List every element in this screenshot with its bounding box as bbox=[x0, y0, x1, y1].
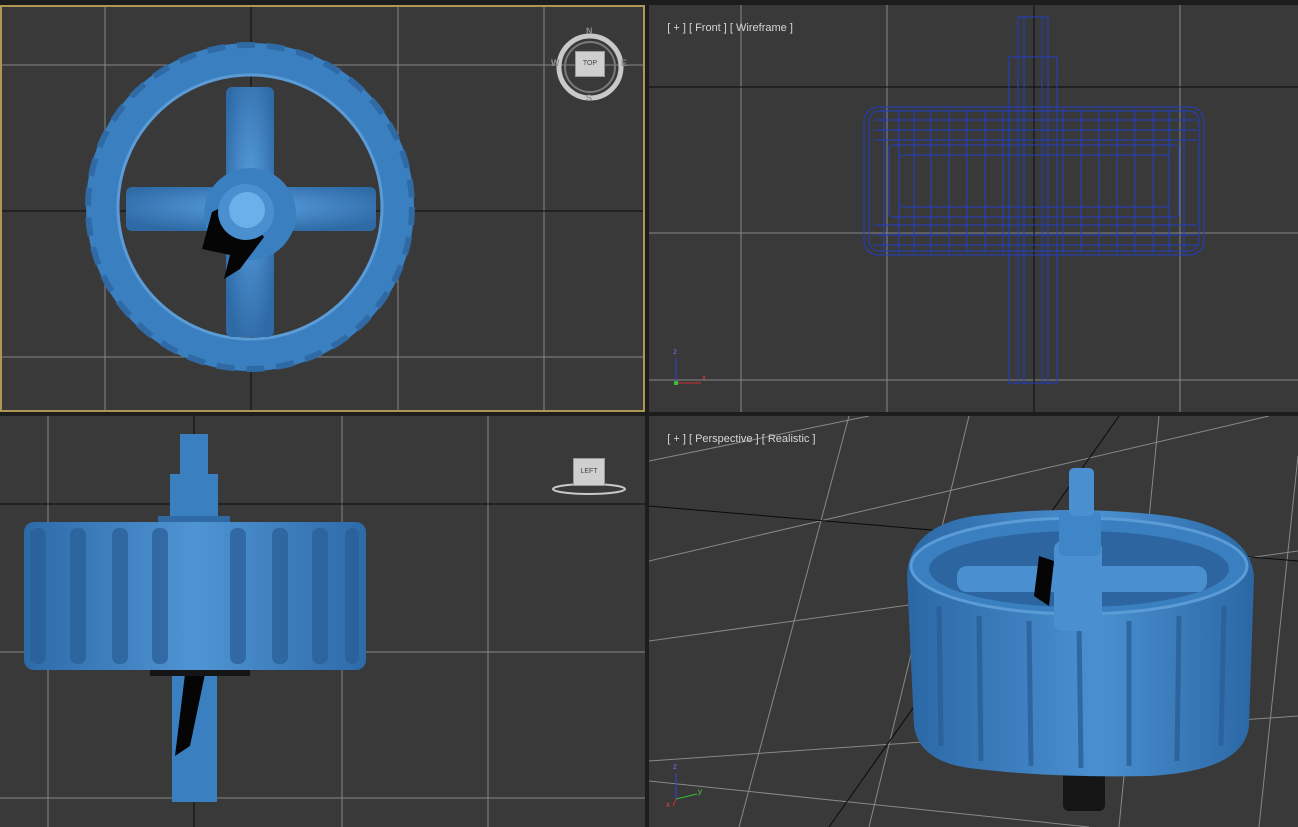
grid-axis-lines bbox=[649, 5, 1298, 412]
compass-west: W bbox=[551, 58, 560, 68]
handwheel-left-view[interactable] bbox=[24, 434, 366, 802]
viewport-label-perspective[interactable]: [ + ] [ Perspective ] [ Realistic ] bbox=[655, 421, 816, 457]
axis-label-y: y bbox=[698, 787, 702, 796]
handwheel-perspective-view[interactable] bbox=[907, 468, 1254, 811]
left-view-canvas[interactable] bbox=[0, 416, 645, 827]
viewport-left[interactable]: LEFT bbox=[0, 416, 645, 827]
axis-tripod bbox=[674, 357, 701, 385]
axis-label-z: z bbox=[673, 347, 677, 356]
viewport-top[interactable]: TOP N S W E bbox=[0, 5, 645, 412]
compass-south: S bbox=[586, 93, 593, 103]
viewcube-left-face[interactable]: LEFT bbox=[573, 458, 605, 486]
viewport-plus-menu[interactable]: [ + ] bbox=[667, 22, 686, 34]
grid-lines bbox=[649, 5, 1298, 412]
axis-label-z: z bbox=[673, 762, 677, 771]
viewport-plus-menu[interactable]: [ + ] bbox=[667, 433, 686, 445]
axis-label-x: x bbox=[702, 373, 706, 382]
viewport-label-front[interactable]: [ + ] [ Front ] [ Wireframe ] bbox=[655, 10, 793, 46]
viewport-front[interactable]: [ + ] [ Front ] [ Wireframe ] z x bbox=[649, 5, 1298, 412]
compass-east: E bbox=[621, 58, 628, 68]
compass-north: N bbox=[586, 26, 593, 36]
viewport-perspective[interactable]: [ + ] [ Perspective ] [ Realistic ] z y … bbox=[649, 416, 1298, 827]
viewport-shading-menu[interactable]: [ Realistic ] bbox=[762, 433, 816, 445]
axis-tripod bbox=[672, 773, 698, 807]
axis-label-x: x bbox=[666, 800, 670, 809]
viewport-view-menu[interactable]: [ Perspective ] bbox=[689, 433, 759, 445]
handwheel-top-view[interactable] bbox=[85, 42, 415, 372]
perspective-view-canvas[interactable] bbox=[649, 416, 1298, 827]
top-view-canvas[interactable] bbox=[2, 7, 645, 412]
viewport-shading-menu[interactable]: [ Wireframe ] bbox=[730, 22, 793, 34]
viewcube-top-face[interactable]: TOP bbox=[575, 51, 605, 77]
front-view-canvas[interactable] bbox=[649, 5, 1298, 412]
viewport-view-menu[interactable]: [ Front ] bbox=[689, 22, 727, 34]
